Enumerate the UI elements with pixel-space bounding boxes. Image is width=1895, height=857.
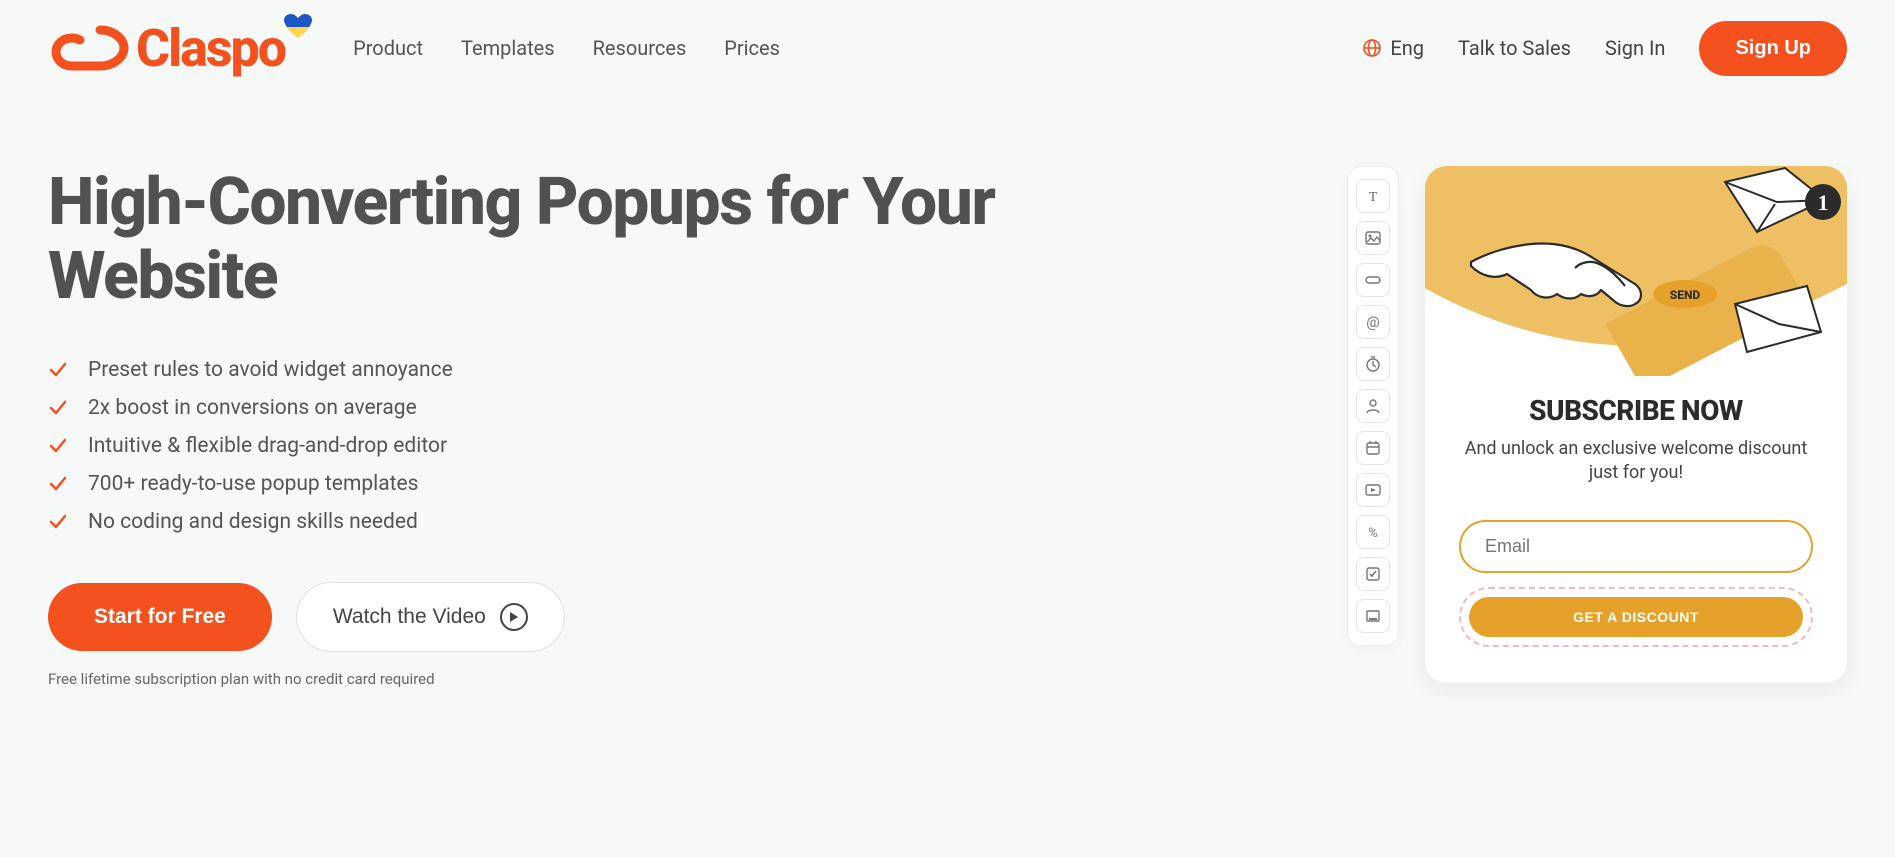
text-icon[interactable]: T	[1356, 179, 1390, 213]
bullet-3: Intuitive & flexible drag-and-drop edito…	[48, 434, 1091, 458]
hero-subtext: Free lifetime subscription plan with no …	[48, 670, 1091, 688]
hero-bullets: Preset rules to avoid widget annoyance 2…	[48, 358, 1091, 534]
image-icon[interactable]	[1356, 221, 1390, 255]
email-icon[interactable]: @	[1356, 305, 1390, 339]
ukraine-heart-icon	[283, 14, 313, 40]
language-switch[interactable]: Eng	[1362, 36, 1424, 60]
popup-illustration: SEND 1	[1425, 166, 1847, 376]
nav-templates[interactable]: Templates	[461, 36, 555, 60]
popup-discount-button[interactable]: GET A DISCOUNT	[1469, 597, 1803, 637]
svg-text:1: 1	[1818, 190, 1829, 215]
cta-row: Start for Free Watch the Video	[48, 582, 1091, 652]
talk-to-sales-link[interactable]: Talk to Sales	[1458, 36, 1571, 60]
watch-video-button[interactable]: Watch the Video	[296, 582, 565, 652]
checkbox-icon[interactable]	[1356, 557, 1390, 591]
right-nav: Eng Talk to Sales Sign In Sign Up	[1362, 21, 1847, 76]
calendar-icon[interactable]	[1356, 431, 1390, 465]
check-icon	[48, 474, 68, 494]
bullet-text: Intuitive & flexible drag-and-drop edito…	[88, 434, 447, 458]
bullet-5: No coding and design skills needed	[48, 510, 1091, 534]
sign-up-button[interactable]: Sign Up	[1699, 21, 1847, 76]
hero-content: High-Converting Popups for Your Website …	[48, 166, 1091, 688]
container-icon[interactable]	[1356, 599, 1390, 633]
bullet-text: Preset rules to avoid widget annoyance	[88, 358, 453, 382]
popup-title: SUBSCRIBE NOW	[1459, 394, 1813, 427]
svg-text:SEND: SEND	[1670, 288, 1701, 302]
logo-text: Claspo	[136, 18, 285, 79]
sign-in-link[interactable]: Sign In	[1605, 36, 1665, 60]
nav-product[interactable]: Product	[353, 36, 423, 60]
bullet-1: Preset rules to avoid widget annoyance	[48, 358, 1091, 382]
check-icon	[48, 512, 68, 532]
popup-button-selection[interactable]: GET A DISCOUNT	[1459, 587, 1813, 647]
nav-resources[interactable]: Resources	[593, 36, 687, 60]
popup-subtitle: And unlock an exclusive welcome discount…	[1459, 437, 1813, 486]
timer-icon[interactable]	[1356, 347, 1390, 381]
check-icon	[48, 398, 68, 418]
language-label: Eng	[1390, 36, 1424, 60]
popup-email-input[interactable]	[1459, 520, 1813, 573]
nav-prices[interactable]: Prices	[724, 36, 780, 60]
svg-text:@: @	[1366, 313, 1379, 331]
site-header: Claspo Product Templates Resources Price…	[48, 0, 1847, 96]
logo[interactable]: Claspo	[48, 18, 285, 79]
check-icon	[48, 436, 68, 456]
editor-toolbar: T @ %	[1347, 166, 1399, 646]
svg-text:%: %	[1368, 526, 1378, 541]
popup-preview: SEND 1	[1425, 166, 1847, 683]
watch-video-label: Watch the Video	[333, 605, 486, 629]
svg-text:T: T	[1369, 190, 1378, 205]
bullet-text: 700+ ready-to-use popup templates	[88, 472, 419, 496]
hero-title: High-Converting Popups for Your Website	[48, 166, 1091, 314]
play-icon	[500, 603, 528, 631]
person-icon[interactable]	[1356, 389, 1390, 423]
bullet-2: 2x boost in conversions on average	[48, 396, 1091, 420]
bullet-text: No coding and design skills needed	[88, 510, 418, 534]
hero-section: High-Converting Popups for Your Website …	[48, 166, 1847, 688]
discount-icon[interactable]: %	[1356, 515, 1390, 549]
editor-preview: T @ %	[1347, 166, 1847, 683]
check-icon	[48, 360, 68, 380]
globe-icon	[1362, 38, 1382, 58]
button-icon[interactable]	[1356, 263, 1390, 297]
bullet-4: 700+ ready-to-use popup templates	[48, 472, 1091, 496]
start-free-button[interactable]: Start for Free	[48, 583, 272, 651]
logo-mark-icon	[48, 22, 132, 74]
video-icon[interactable]	[1356, 473, 1390, 507]
bullet-text: 2x boost in conversions on average	[88, 396, 417, 420]
main-nav: Product Templates Resources Prices	[353, 36, 780, 60]
